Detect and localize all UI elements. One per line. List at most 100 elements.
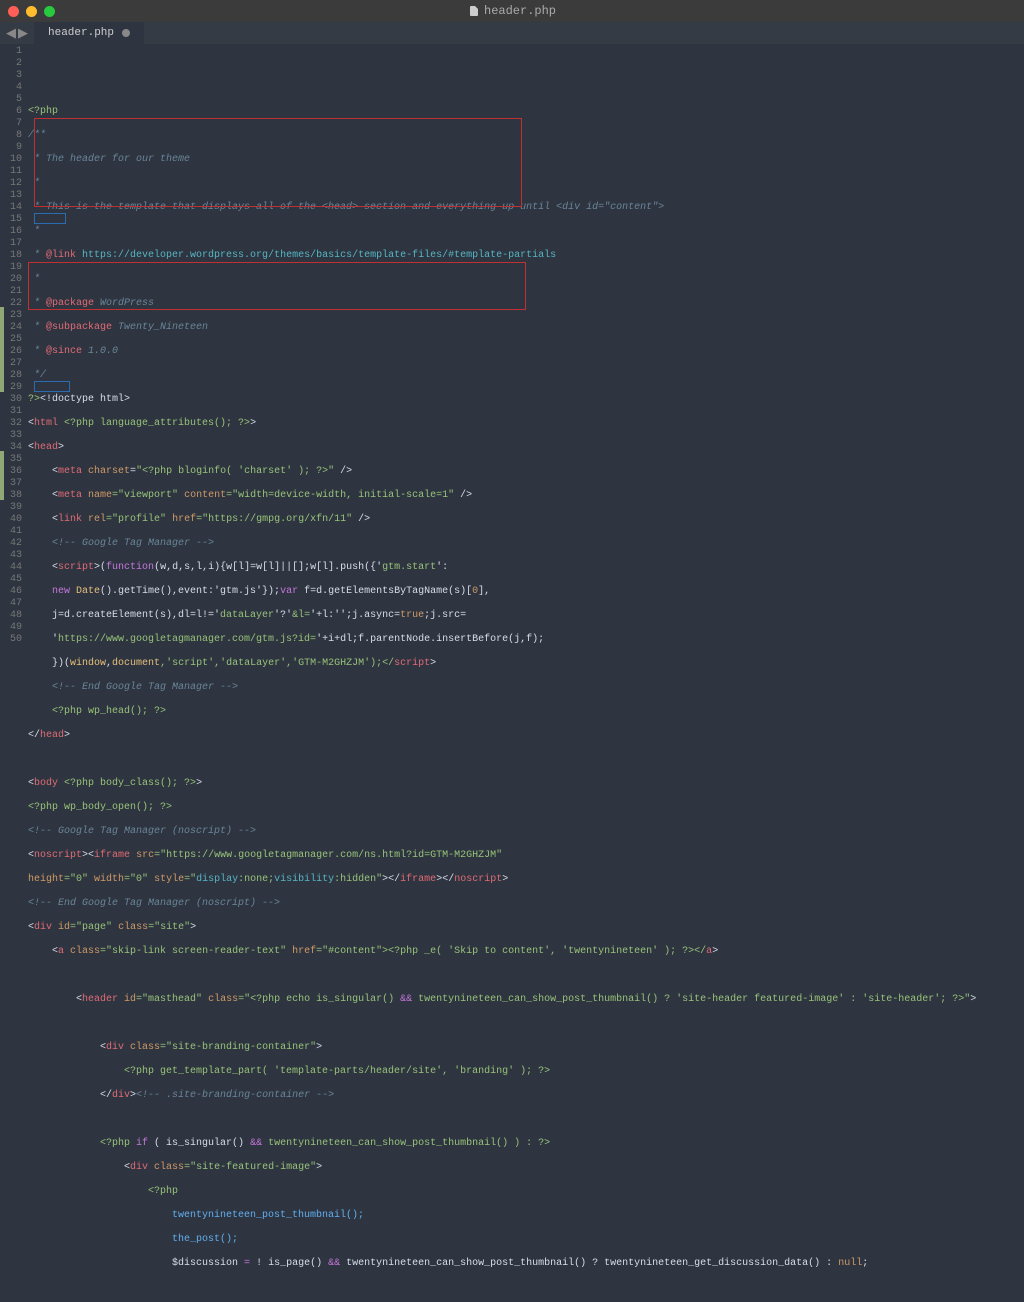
code-line [28, 1114, 1024, 1126]
lineno: 50 [6, 634, 22, 646]
code-line: the_post(); [28, 1234, 1024, 1246]
lineno: 29 [6, 382, 22, 394]
code-line: */ [28, 370, 1024, 382]
lineno: 16 [6, 226, 22, 238]
lineno: 45 [6, 574, 22, 586]
lineno: 26 [6, 346, 22, 358]
code-line: <head> [28, 442, 1024, 454]
code-line: 'https://www.googletagmanager.com/gtm.js… [28, 634, 1024, 646]
lineno: 1 [6, 46, 22, 58]
code-line: <a class="skip-link screen-reader-text" … [28, 946, 1024, 958]
code-line: <body <?php body_class(); ?>> [28, 778, 1024, 790]
minimize-button[interactable] [26, 6, 37, 17]
lineno: 22 [6, 298, 22, 310]
code-line: $discussion = ! is_page() && twentyninet… [28, 1258, 1024, 1270]
lineno: 40 [6, 514, 22, 526]
code-line: <?php [28, 1186, 1024, 1198]
code-line [28, 1018, 1024, 1030]
code-line: <div id="page" class="site"> [28, 922, 1024, 934]
lineno: 2 [6, 58, 22, 70]
code-line: <header id="masthead" class="<?php echo … [28, 994, 1024, 1006]
gutter-wrap: 1 2 3 4 5 6 7 8 9 10 11 12 13 14 15 16 1… [0, 44, 28, 651]
code-line: <!-- Google Tag Manager --> [28, 538, 1024, 550]
tab-active[interactable]: header.php [34, 22, 144, 44]
code-line: /** [28, 130, 1024, 142]
lineno: 31 [6, 406, 22, 418]
lineno: 48 [6, 610, 22, 622]
lineno: 10 [6, 154, 22, 166]
code-line: * The header for our theme [28, 154, 1024, 166]
code-line: * @link https://developer.wordpress.org/… [28, 250, 1024, 262]
lineno: 46 [6, 586, 22, 598]
lineno: 25 [6, 334, 22, 346]
titlebar: header.php [0, 0, 1024, 22]
code-line [28, 754, 1024, 766]
lineno: 28 [6, 370, 22, 382]
lineno: 13 [6, 190, 22, 202]
code-line [28, 1282, 1024, 1294]
code-line: <!-- End Google Tag Manager --> [28, 682, 1024, 694]
tab-modified-icon [122, 29, 130, 37]
editor[interactable]: 1 2 3 4 5 6 7 8 9 10 11 12 13 14 15 16 1… [0, 44, 1024, 651]
window-title: header.php [468, 4, 556, 18]
code-line: </head> [28, 730, 1024, 742]
code-line: <div class="site-branding-container"> [28, 1042, 1024, 1054]
nav-back[interactable]: ◀ [6, 26, 16, 41]
lineno: 30 [6, 394, 22, 406]
code-line: <meta name="viewport" content="width=dev… [28, 490, 1024, 502]
gutter-marker [0, 307, 4, 392]
lineno: 3 [6, 70, 22, 82]
code-line: * @since 1.0.0 [28, 346, 1024, 358]
nav-forward[interactable]: ▶ [18, 26, 28, 41]
code-line: * This is the template that displays all… [28, 202, 1024, 214]
lineno: 17 [6, 238, 22, 250]
file-icon [468, 5, 480, 17]
code-area[interactable]: <?php /** * The header for our theme * *… [28, 44, 1024, 651]
lineno: 4 [6, 82, 22, 94]
code-line: <!-- Google Tag Manager (noscript) --> [28, 826, 1024, 838]
code-line: <!-- End Google Tag Manager (noscript) -… [28, 898, 1024, 910]
lineno: 19 [6, 262, 22, 274]
lineno: 21 [6, 286, 22, 298]
code-line: height="0" width="0" style="display:none… [28, 874, 1024, 886]
code-line: * [28, 274, 1024, 286]
lineno: 7 [6, 118, 22, 130]
code-line: <script>(function(w,d,s,l,i){w[l]=w[l]||… [28, 562, 1024, 574]
code-line: <noscript><iframe src="https://www.googl… [28, 850, 1024, 862]
lineno: 27 [6, 358, 22, 370]
code-line: j=d.createElement(s),dl=l!='dataLayer'?'… [28, 610, 1024, 622]
code-line: * [28, 178, 1024, 190]
code-line: <?php if ( is_singular() && twentyninete… [28, 1138, 1024, 1150]
lineno: 47 [6, 598, 22, 610]
code-line: <?php wp_head(); ?> [28, 706, 1024, 718]
lineno: 34 [6, 442, 22, 454]
maximize-button[interactable] [44, 6, 55, 17]
lineno: 39 [6, 502, 22, 514]
code-line: <?php [28, 106, 1024, 118]
gutter-marker [0, 451, 4, 500]
close-button[interactable] [8, 6, 19, 17]
code-line: <link rel="profile" href="https://gmpg.o… [28, 514, 1024, 526]
lineno: 8 [6, 130, 22, 142]
code-line: </div><!-- .site-branding-container --> [28, 1090, 1024, 1102]
lineno: 14 [6, 202, 22, 214]
code-line: * @subpackage Twenty_Nineteen [28, 322, 1024, 334]
lineno: 44 [6, 562, 22, 574]
code-line [28, 970, 1024, 982]
lineno: 41 [6, 526, 22, 538]
traffic-lights [8, 6, 55, 17]
highlight-head-tag [34, 213, 66, 224]
line-numbers: 1 2 3 4 5 6 7 8 9 10 11 12 13 14 15 16 1… [0, 44, 28, 648]
lineno: 36 [6, 466, 22, 478]
lineno: 9 [6, 142, 22, 154]
code-line: twentynineteen_post_thumbnail(); [28, 1210, 1024, 1222]
nav-arrows: ◀ ▶ [6, 26, 28, 41]
code-line: <div class="site-featured-image"> [28, 1162, 1024, 1174]
lineno: 12 [6, 178, 22, 190]
code-line: ?><!doctype html> [28, 394, 1024, 406]
lineno: 35 [6, 454, 22, 466]
code-line: <meta charset="<?php bloginfo( 'charset'… [28, 466, 1024, 478]
lineno: 49 [6, 622, 22, 634]
tab-label: header.php [48, 27, 114, 39]
lineno: 37 [6, 478, 22, 490]
